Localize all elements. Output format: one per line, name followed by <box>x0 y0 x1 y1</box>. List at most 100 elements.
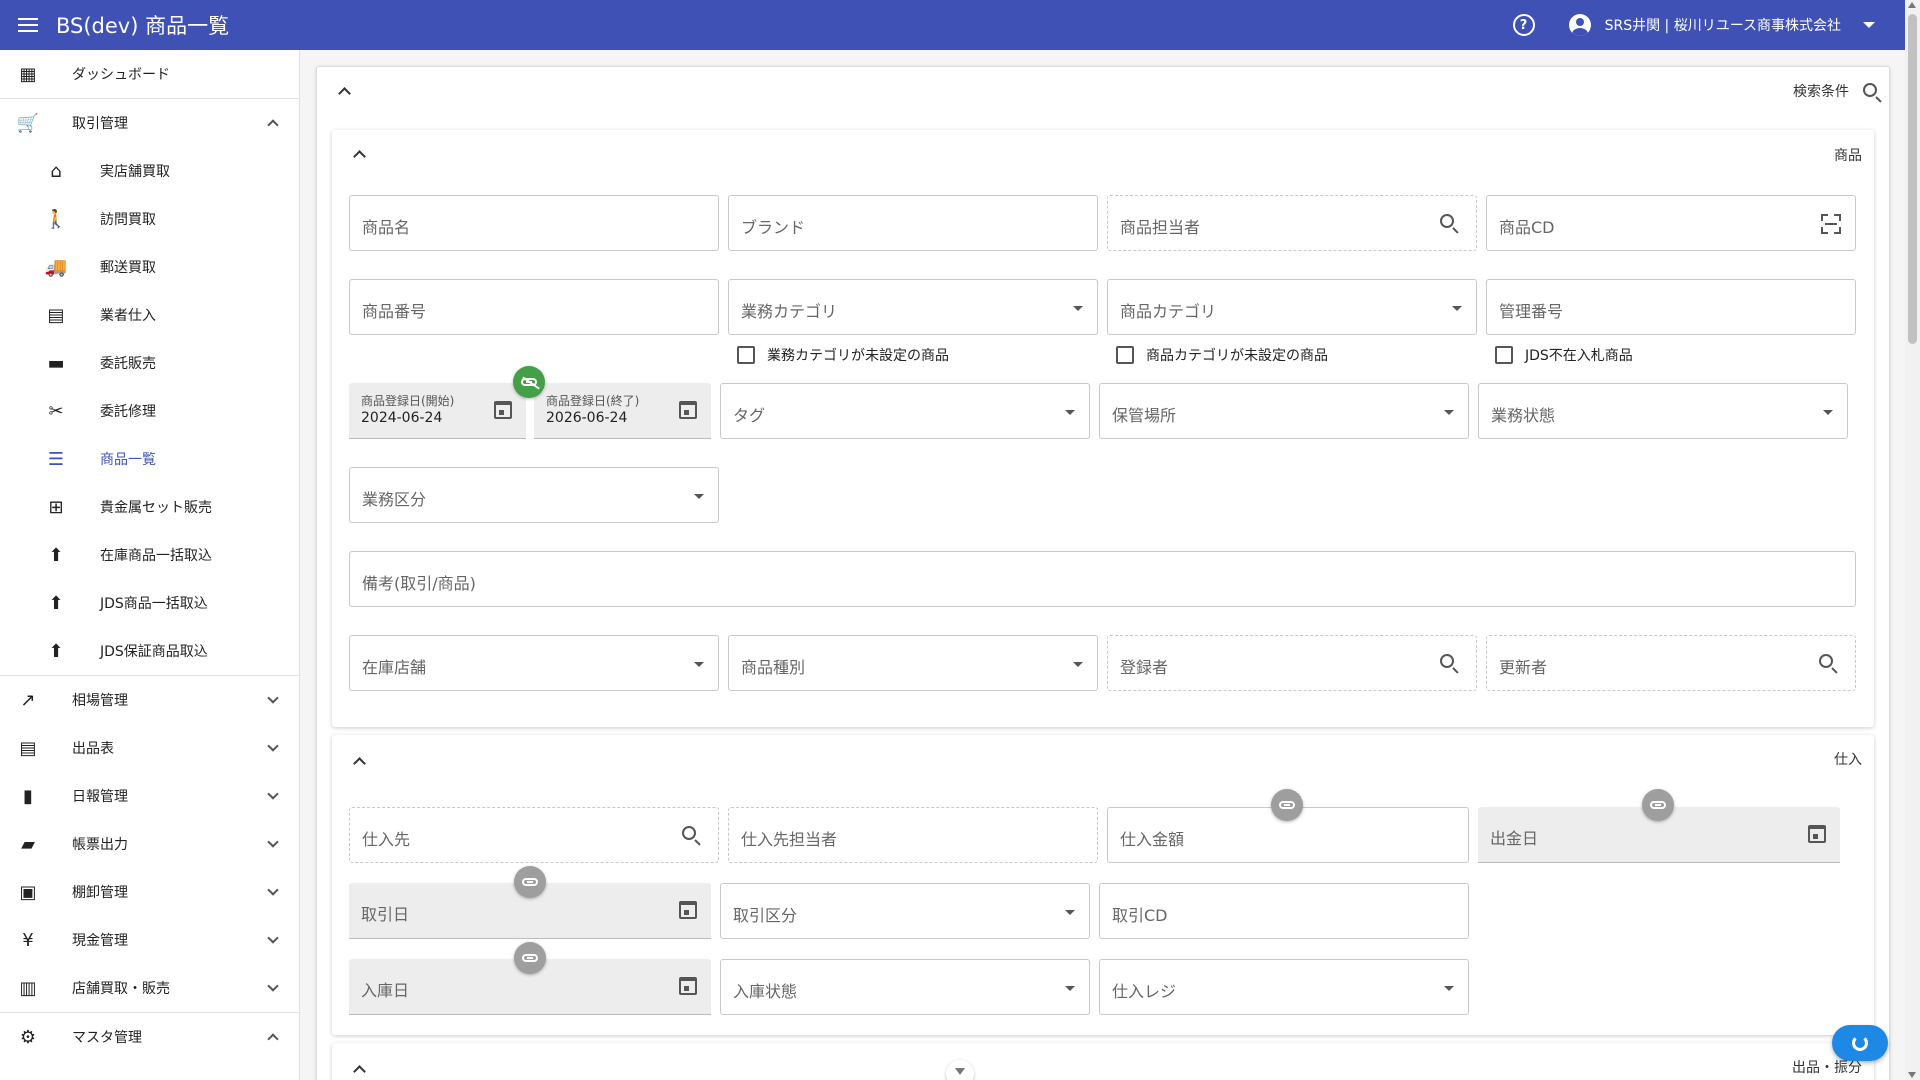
upload-icon: ⬆ <box>48 592 64 614</box>
chevron-down-icon <box>267 932 279 944</box>
calendar-icon[interactable] <box>494 401 512 419</box>
page-scrollbar[interactable] <box>1905 0 1920 1080</box>
sidebar-item-store-purchase[interactable]: ⌂ 実店舗買取 <box>0 147 299 195</box>
product-manager-field[interactable]: 商品担当者 <box>1107 195 1477 251</box>
help-icon[interactable]: ? <box>1512 14 1535 36</box>
dropdown-arrow-icon <box>1073 662 1083 667</box>
trend-icon: ↗ <box>20 689 36 711</box>
dropdown-arrow-icon <box>1065 910 1075 915</box>
truck-icon: 🚚 <box>44 256 68 278</box>
sidebar-item-consignment-repair[interactable]: ✂ 委託修理 <box>0 387 299 435</box>
list-icon: ☰ <box>47 448 65 470</box>
business-status-select[interactable]: 業務状態 <box>1478 383 1848 439</box>
search-icon[interactable] <box>1440 654 1454 668</box>
sidebar-item-market-price[interactable]: ↗ 相場管理 <box>0 676 299 724</box>
sidebar-item-consignment-sales[interactable]: ▬ 委託販売 <box>0 339 299 387</box>
sidebar-item-dashboard[interactable]: ▦ ダッシュボード <box>0 50 299 98</box>
sidebar-item-stock-import[interactable]: ⬆ 在庫商品一括取込 <box>0 531 299 579</box>
business-category-select[interactable]: 業務カテゴリ <box>728 279 1098 335</box>
dropdown-arrow-icon <box>1823 410 1833 415</box>
purchase-register-select[interactable]: 仕入レジ <box>1099 959 1469 1015</box>
search-icon[interactable] <box>1440 214 1454 228</box>
menu-icon[interactable] <box>18 14 40 36</box>
sidebar-item-precious-metal-set[interactable]: ⊞ 貴金属セット販売 <box>0 483 299 531</box>
link-icon[interactable] <box>1271 789 1303 821</box>
biz-category-unset-checkbox[interactable]: 業務カテゴリが未設定の商品 <box>737 344 949 366</box>
sidebar-item-daily-report[interactable]: ▮ 日報管理 <box>0 772 299 820</box>
listing-section: 出品・振分 <box>332 1043 1874 1080</box>
sidebar-item-master[interactable]: ⚙ マスタ管理 <box>0 1013 299 1061</box>
registration-end-date-field[interactable]: 商品登録日(終了) 2026-06-24 <box>534 383 711 439</box>
collapse-listing-icon[interactable] <box>353 1065 366 1078</box>
sidebar-item-inventory[interactable]: ▣ 棚卸管理 <box>0 868 299 916</box>
updater-field[interactable]: 更新者 <box>1486 635 1856 691</box>
walk-icon: 🚶 <box>44 208 68 230</box>
brand-field[interactable]: ブランド <box>728 195 1098 251</box>
account-icon[interactable] <box>1568 14 1591 36</box>
trade-type-select[interactable]: 取引区分 <box>720 883 1090 939</box>
sidebar-item-mail-purchase[interactable]: 🚚 郵送買取 <box>0 243 299 291</box>
product-cd-field[interactable]: 商品CD <box>1486 195 1856 251</box>
user-name[interactable]: SRS井関 | 桜川リユース商事株式会社 <box>1605 15 1841 35</box>
sidebar-item-product-list[interactable]: ☰ 商品一覧 <box>0 435 299 483</box>
sidebar-item-shop-trade[interactable]: ▥ 店舗買取・販売 <box>0 964 299 1012</box>
link-icon[interactable] <box>514 942 546 974</box>
product-category-select[interactable]: 商品カテゴリ <box>1107 279 1477 335</box>
management-number-field[interactable]: 管理番号 <box>1486 279 1856 335</box>
chevron-up-icon <box>267 119 279 131</box>
document-icon: ▮ <box>23 785 33 807</box>
collapse-search-icon[interactable] <box>338 87 351 100</box>
upload-icon: ⬆ <box>48 544 64 566</box>
qr-scan-icon[interactable] <box>1821 214 1841 234</box>
jds-absent-bid-checkbox[interactable]: JDS不在入札商品 <box>1495 344 1633 366</box>
dropdown-arrow-icon <box>1452 306 1462 311</box>
collapse-purchase-icon[interactable] <box>353 757 366 770</box>
link-icon[interactable] <box>514 866 546 898</box>
sidebar-item-cash[interactable]: ¥ 現金管理 <box>0 916 299 964</box>
product-number-field[interactable]: 商品番号 <box>349 279 719 335</box>
sidebar-item-trade-management[interactable]: 🛒 取引管理 <box>0 99 299 147</box>
dropdown-arrow-icon <box>1073 306 1083 311</box>
note-icon: ▰ <box>21 833 35 855</box>
trade-cd-field[interactable]: 取引CD <box>1099 883 1469 939</box>
sheet-icon: ▤ <box>19 737 37 759</box>
sidebar-item-jds-warranty-import[interactable]: ⬆ JDS保証商品取込 <box>0 627 299 675</box>
unlink-dates-icon[interactable] <box>513 366 545 398</box>
calendar-icon[interactable] <box>679 901 697 919</box>
search-icon[interactable] <box>1819 654 1833 668</box>
refresh-button[interactable] <box>1832 1025 1888 1061</box>
storage-location-select[interactable]: 保管場所 <box>1099 383 1469 439</box>
sidebar-item-vendor-purchase[interactable]: ▤ 業者仕入 <box>0 291 299 339</box>
collapse-product-icon[interactable] <box>353 150 366 163</box>
sidebar-item-form-output[interactable]: ▰ 帳票出力 <box>0 820 299 868</box>
calendar-icon[interactable] <box>1808 825 1826 843</box>
product-type-select[interactable]: 商品種別 <box>728 635 1098 691</box>
gear-icon: ⚙ <box>19 1026 37 1048</box>
sidebar-item-listing-sheet[interactable]: ▤ 出品表 <box>0 724 299 772</box>
supplier-field[interactable]: 仕入先 <box>349 807 719 863</box>
product-category-unset-checkbox[interactable]: 商品カテゴリが未設定の商品 <box>1116 344 1328 366</box>
tag-select[interactable]: タグ <box>720 383 1090 439</box>
stock-status-select[interactable]: 入庫状態 <box>720 959 1090 1015</box>
calendar-icon[interactable] <box>679 977 697 995</box>
dropdown-arrow-icon <box>1444 986 1454 991</box>
chevron-down-icon <box>267 692 279 704</box>
product-section-title: 商品 <box>1834 148 1862 164</box>
search-icon[interactable] <box>682 826 696 840</box>
stock-store-select[interactable]: 在庫店舗 <box>349 635 719 691</box>
chevron-down-icon <box>267 740 279 752</box>
registrant-field[interactable]: 登録者 <box>1107 635 1477 691</box>
calendar-icon[interactable] <box>679 401 697 419</box>
app-bar: BS(dev) 商品一覧 ? SRS井関 | 桜川リユース商事株式会社 <box>0 0 1905 50</box>
remarks-field[interactable]: 備考(取引/商品) <box>349 551 1856 607</box>
link-icon[interactable] <box>1642 789 1674 821</box>
scroll-down-icon[interactable] <box>946 1060 974 1080</box>
supplier-contact-field[interactable]: 仕入先担当者 <box>728 807 1098 863</box>
business-division-select[interactable]: 業務区分 <box>349 467 719 523</box>
product-name-field[interactable]: 商品名 <box>349 195 719 251</box>
sidebar-item-jds-import[interactable]: ⬆ JDS商品一括取込 <box>0 579 299 627</box>
registration-start-date-field[interactable]: 商品登録日(開始) 2024-06-24 <box>349 383 526 439</box>
account-dropdown-icon[interactable] <box>1863 22 1875 28</box>
sidebar-item-visit-purchase[interactable]: 🚶 訪問買取 <box>0 195 299 243</box>
search-icon[interactable] <box>1863 83 1877 97</box>
